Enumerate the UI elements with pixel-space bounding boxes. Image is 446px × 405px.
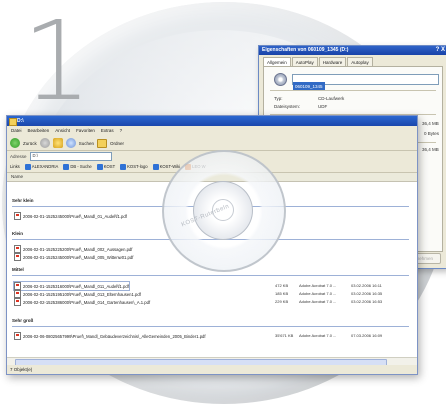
- pdf-file-icon: [14, 282, 21, 290]
- status-bar: 7 Objekt(e): [7, 365, 417, 374]
- link-icon: [63, 163, 70, 170]
- search-icon[interactable]: [65, 138, 76, 148]
- menu-tools[interactable]: Extras: [101, 126, 114, 136]
- link-item[interactable]: KOST-Wiki: [152, 163, 180, 170]
- file-date: 03.02.2006 16:35: [351, 291, 383, 296]
- filesystem-label: Dateisystem:: [274, 104, 301, 109]
- forward-arrow-icon[interactable]: [39, 138, 50, 148]
- address-input[interactable]: D:\: [29, 151, 112, 161]
- menu-bar: Datei Bearbeiten Ansicht Favoriten Extra…: [7, 126, 417, 136]
- free-space-size: 0 Bytes: [424, 131, 440, 136]
- file-row[interactable]: 2006-02-02-1525386000\Pruef\_Mandl_014_G…: [14, 298, 150, 306]
- file-row[interactable]: 2006-02-06-08025657999\Pruef\_Mandl_Gebä…: [14, 332, 206, 340]
- file-date: 03.02.2006 16:53: [351, 299, 383, 304]
- divider: [270, 90, 436, 91]
- file-date: 03.02.2006 16:11: [351, 283, 382, 288]
- pdf-file-icon: [14, 298, 21, 306]
- link-item[interactable]: KOST: [96, 163, 115, 170]
- file-row[interactable]: 2006-02-01-1525225200\Pruef\_Mandl_002_A…: [14, 245, 132, 253]
- file-date: 07.03.2006 16:09: [351, 333, 383, 338]
- link-icon: [152, 163, 159, 170]
- pdf-file-icon: [14, 290, 21, 298]
- file-size: 35'671 KB: [275, 333, 294, 338]
- back-button-label[interactable]: Zurück: [23, 141, 37, 146]
- folders-button-label[interactable]: Ordner: [110, 141, 124, 146]
- address-label: Adresse: [10, 153, 27, 159]
- link-icon: [120, 163, 127, 170]
- standard-toolbar: Zurück Suchen Ordner: [7, 136, 417, 151]
- link-item[interactable]: DB - Suche: [63, 163, 92, 170]
- file-type: Adobe Acrobat 7.0 ...: [299, 333, 337, 338]
- cd-drive-icon: [274, 73, 287, 86]
- group-header[interactable]: Sehr klein: [12, 198, 34, 203]
- used-space-size: 36,4 MB: [422, 121, 439, 126]
- up-folder-icon[interactable]: [52, 138, 63, 148]
- file-size: 472 KB: [275, 283, 289, 288]
- file-row[interactable]: 2006-02-01-1525316000\Pruef\_Mandl_011_A…: [13, 281, 130, 291]
- explorer-titlebar: D:\: [7, 116, 417, 126]
- file-type: Adobe Acrobat 7.0 ...: [299, 283, 337, 288]
- pdf-file-icon: [14, 253, 21, 261]
- menu-file[interactable]: Datei: [11, 126, 22, 136]
- menu-view[interactable]: Ansicht: [55, 126, 70, 136]
- drive-name-field[interactable]: 060109_1345: [292, 74, 439, 91]
- group-divider: [12, 275, 409, 276]
- type-label: Typ:: [274, 96, 283, 101]
- pdf-file-icon: [14, 245, 21, 253]
- menu-edit[interactable]: Bearbeiten: [28, 126, 50, 136]
- back-arrow-icon[interactable]: [10, 138, 20, 148]
- search-button-label[interactable]: Suchen: [79, 141, 94, 146]
- filesystem-value: UDF: [318, 104, 328, 109]
- file-type: Adobe Acrobat 7.0 ...: [299, 291, 337, 296]
- step-number: 1: [22, 0, 92, 125]
- dialog-titlebar: Eigenschaften von 060109_1345 (D:) ? X: [259, 46, 446, 55]
- file-row[interactable]: 2006-02-01-1525245000\Pruef\_Mandl_01_Au…: [14, 212, 127, 220]
- folder-icon: [9, 118, 17, 126]
- group-divider: [12, 326, 409, 327]
- link-item[interactable]: ALEXANDRIA: [24, 163, 58, 170]
- menu-help[interactable]: ?: [120, 126, 123, 136]
- pdf-file-icon: [14, 332, 21, 340]
- dialog-title-controls[interactable]: ? X: [436, 46, 445, 55]
- file-type: Adobe Acrobat 7.0 ...: [299, 299, 337, 304]
- group-header[interactable]: Sehr groß: [12, 318, 33, 323]
- explorer-title: D:\: [17, 118, 24, 124]
- menu-favorites[interactable]: Favoriten: [76, 126, 95, 136]
- type-value: CD-Laufwerk: [318, 96, 345, 101]
- file-size: 229 KB: [275, 299, 289, 304]
- address-value: D:\: [32, 152, 38, 158]
- horizontal-scrollbar[interactable]: [7, 357, 417, 366]
- file-size: 185 KB: [275, 291, 289, 296]
- file-row[interactable]: 2006-02-01-1525245000\Pruef\_Mandl_005_W…: [14, 253, 133, 261]
- link-icon: [96, 163, 103, 170]
- file-row[interactable]: 2006-02-01-1525195100\Pruef\_Mandl_013_E…: [14, 290, 141, 298]
- folders-icon[interactable]: [97, 138, 108, 148]
- link-icon: [24, 163, 31, 170]
- group-header[interactable]: Klein: [12, 231, 23, 236]
- group-header[interactable]: Mittel: [12, 267, 24, 272]
- capacity-size: 36,4 MB: [422, 147, 439, 152]
- pdf-file-icon: [14, 212, 21, 220]
- link-item[interactable]: KOST-logo: [120, 163, 148, 170]
- links-label: Links: [10, 164, 20, 169]
- dialog-title: Eigenschaften von 060109_1345 (D:): [262, 47, 349, 53]
